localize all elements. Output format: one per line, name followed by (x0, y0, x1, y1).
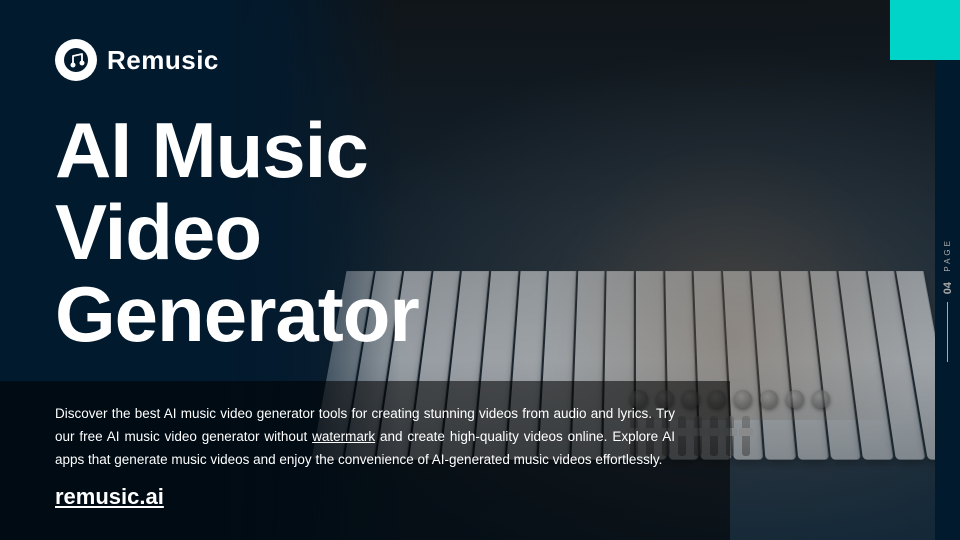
hand-overlay (540, 140, 920, 420)
teal-corner-accent (890, 0, 960, 60)
word-and: and (591, 406, 614, 421)
hero-title-line2: Generator (55, 270, 419, 358)
description-text: Discover the best AI music video generat… (55, 403, 675, 472)
word-the: the (315, 452, 334, 467)
underlined-watermark: watermark (312, 429, 375, 444)
logo-text: Remusic (107, 45, 219, 76)
mixer-fader (742, 416, 750, 456)
page-number: 04 (942, 282, 954, 294)
mixer-knob (734, 390, 752, 408)
page-label-text: PAGE (943, 238, 952, 272)
logo-icon (55, 39, 97, 81)
hero-title: AI Music Video Generator (55, 110, 530, 356)
logo-container[interactable]: Remusic (55, 39, 219, 81)
header: Remusic (0, 0, 960, 120)
page-container: Remusic AI Music Video Generator Discove… (0, 0, 960, 540)
page-line-divider (947, 302, 948, 362)
description-section: Discover the best AI music video generat… (0, 381, 730, 540)
mixer-knob (786, 390, 804, 408)
music-note-icon (63, 47, 89, 73)
mixer-knob (760, 390, 778, 408)
mixer-knob (812, 390, 830, 408)
page-indicator: PAGE 04 (935, 60, 960, 540)
site-link[interactable]: remusic.ai (55, 484, 675, 510)
word-and2: and (253, 452, 276, 467)
hero-section: AI Music Video Generator (55, 110, 530, 356)
hero-title-line1: AI Music Video (55, 106, 368, 276)
